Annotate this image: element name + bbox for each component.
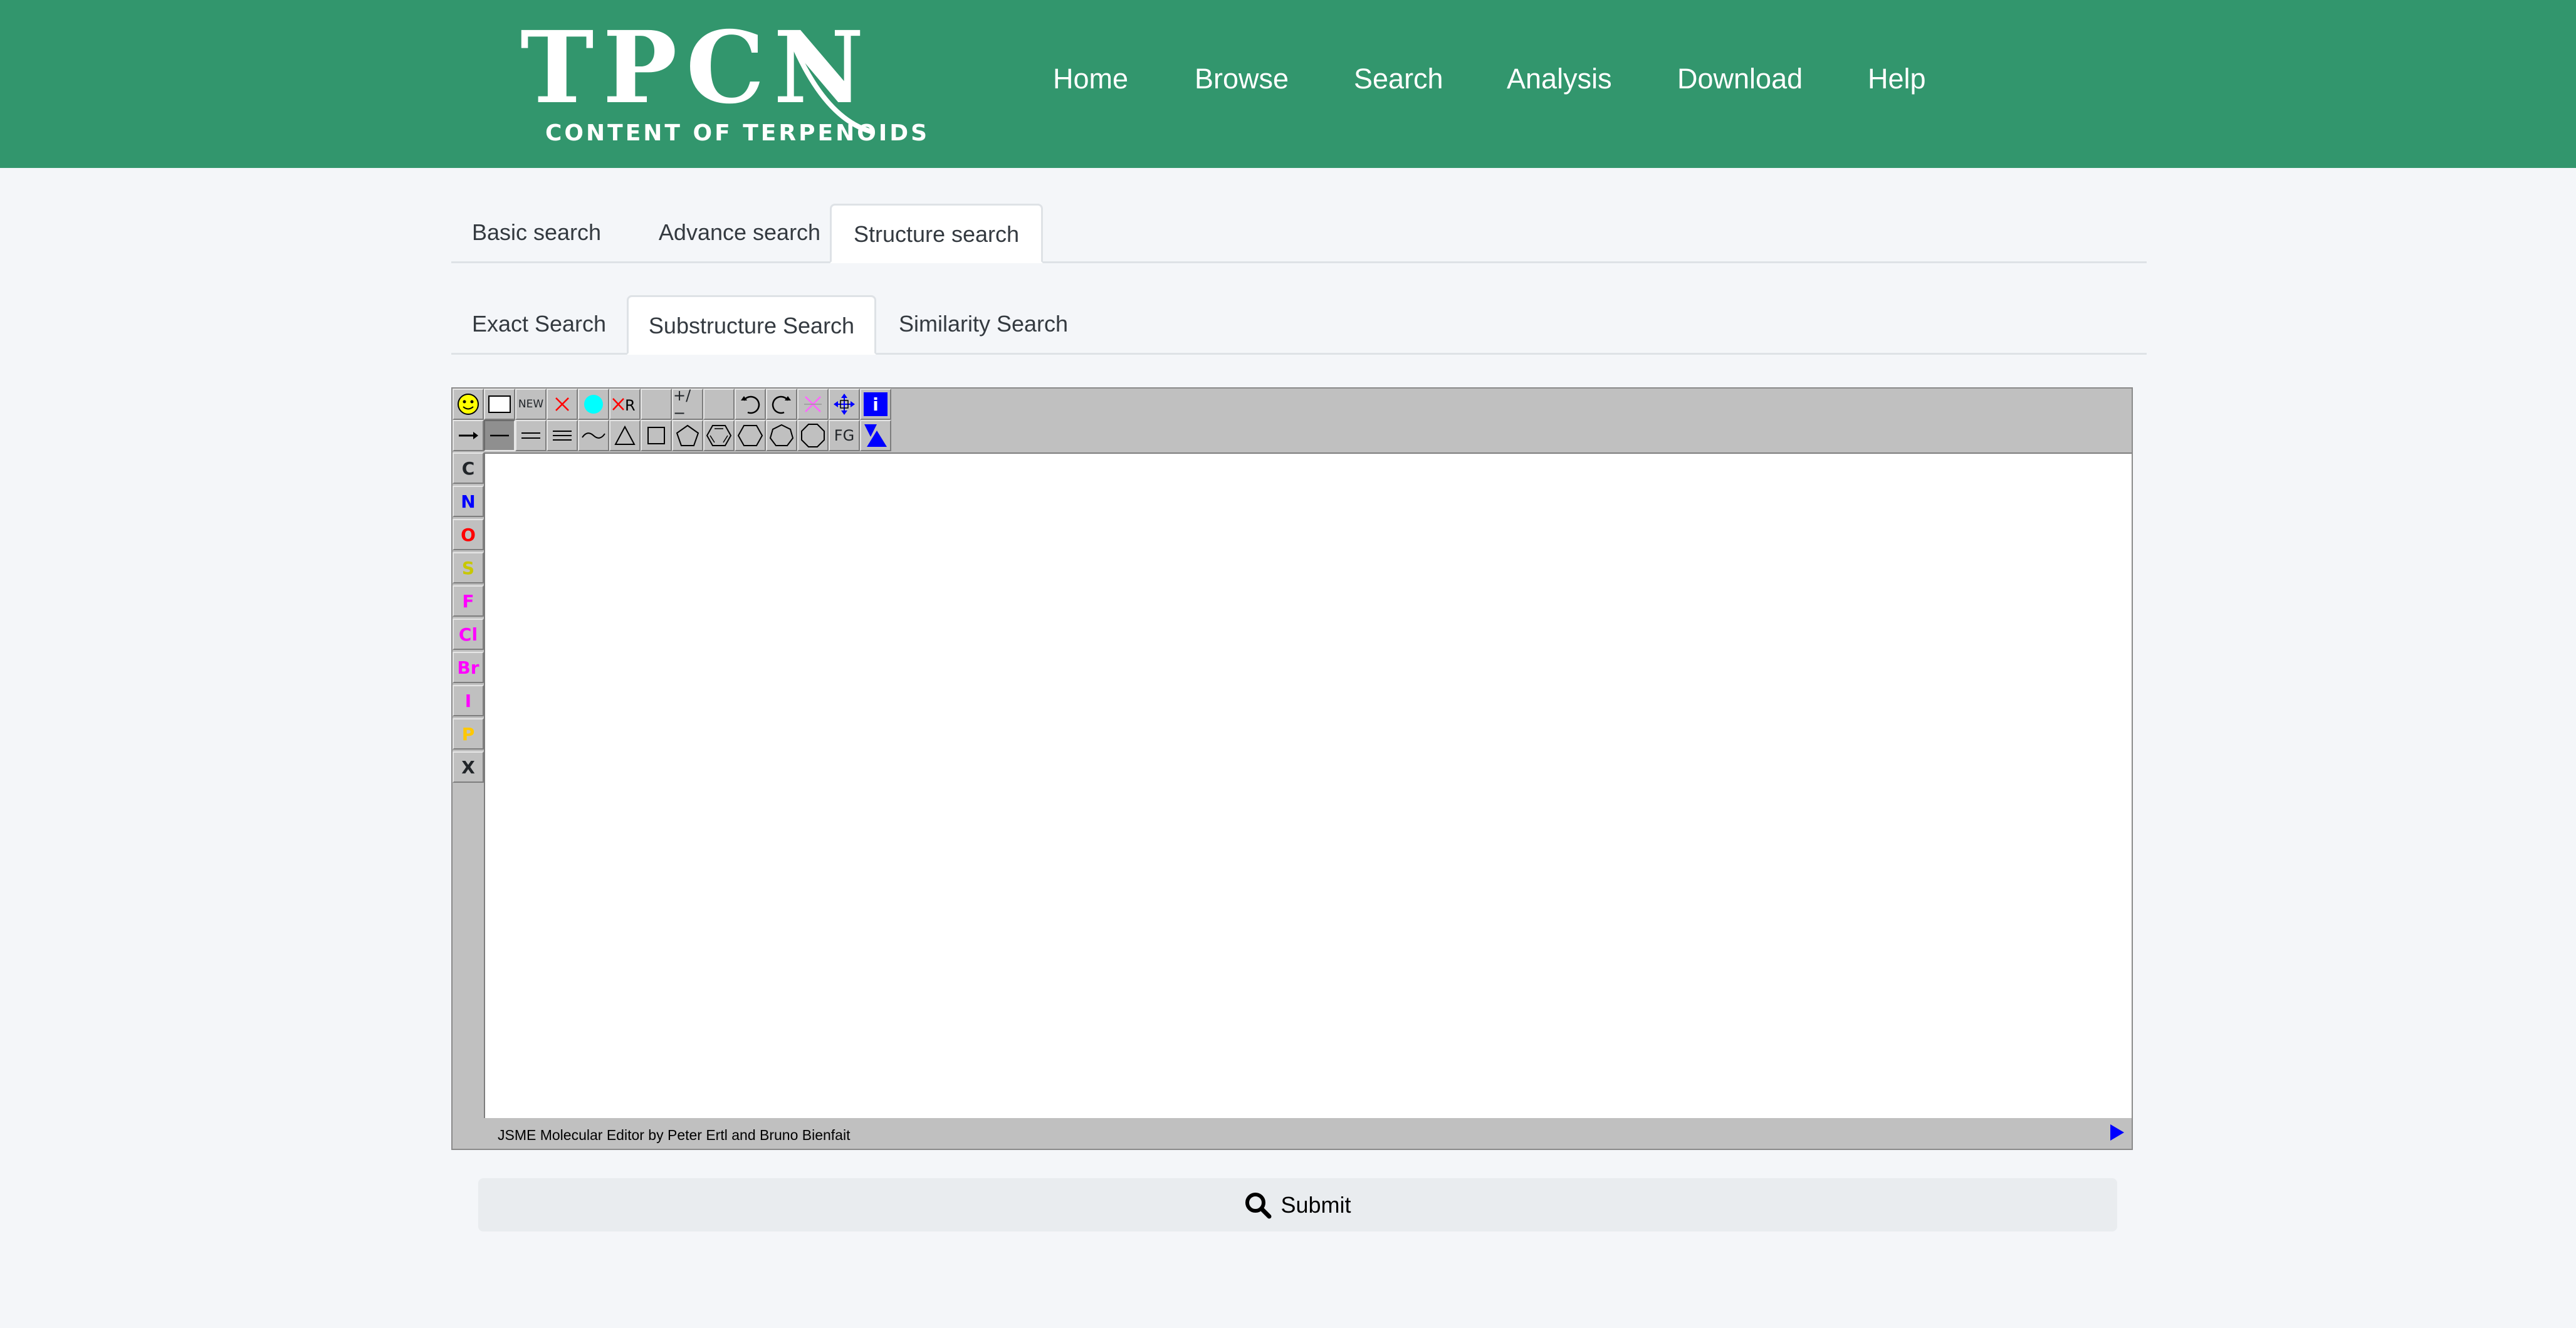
nav-download[interactable]: Download (1677, 60, 1803, 98)
atom-p-button[interactable]: P (453, 718, 484, 750)
search-type-tabs: Basic search Advance search Structure se… (451, 204, 2147, 263)
editor-status-text: JSME Molecular Editor by Peter Ertl and … (498, 1127, 851, 1143)
new-button[interactable]: NEW (515, 389, 547, 420)
submit-label: Submit (1280, 1191, 1351, 1218)
pentagon-ring-icon[interactable] (672, 420, 703, 451)
delete-bond-x-icon[interactable] (797, 389, 829, 420)
nav-home[interactable]: Home (1053, 60, 1128, 98)
submit-button[interactable]: Submit (478, 1178, 2117, 1231)
charge-plus-minus-icon[interactable]: +/− (672, 387, 703, 422)
benzene-ring-icon[interactable] (703, 420, 735, 451)
nav-browse[interactable]: Browse (1195, 60, 1289, 98)
atom-i-button[interactable]: I (453, 685, 484, 716)
structure-search-tabs: Exact Search Substructure Search Similar… (451, 295, 2147, 355)
tab-structure-search[interactable]: Structure search (830, 204, 1043, 263)
triangle-ring-icon[interactable] (609, 420, 641, 451)
site-header: TPCN CONTENT OF TERPENOIDS Home Browse S… (0, 0, 2576, 168)
triple-bond-icon[interactable] (547, 420, 578, 451)
atom-x-button[interactable]: X (453, 751, 484, 783)
blank-icon[interactable] (703, 389, 735, 420)
functional-group-button[interactable]: FG (829, 420, 860, 451)
single-bond-icon[interactable] (484, 420, 515, 451)
heptagon-ring-icon[interactable] (766, 420, 797, 451)
info-icon[interactable]: i (860, 389, 891, 420)
move-arrows-icon[interactable] (829, 389, 860, 420)
nav-search[interactable]: Search (1354, 60, 1443, 98)
nav-help[interactable]: Help (1868, 60, 1926, 98)
tab-advance-search[interactable]: Advance search (639, 204, 840, 261)
tab-exact-search[interactable]: Exact Search (451, 295, 627, 353)
hexagon-ring-icon[interactable] (735, 420, 766, 451)
delete-x-icon[interactable] (547, 389, 578, 420)
atom-n-button[interactable]: N (453, 486, 484, 517)
smiley-icon[interactable] (453, 389, 484, 420)
tab-similarity-search[interactable]: Similarity Search (880, 295, 1087, 353)
undo-icon[interactable] (735, 389, 766, 420)
wavy-bond-icon[interactable] (578, 420, 609, 451)
atom-s-button[interactable]: S (453, 552, 484, 583)
expand-arrow-icon[interactable] (2108, 1122, 2127, 1143)
blue-triangles-icon[interactable] (860, 420, 891, 451)
delete-r-group-icon[interactable]: R (609, 389, 641, 420)
search-icon (1245, 1192, 1272, 1218)
redo-icon[interactable] (766, 389, 797, 420)
octagon-ring-icon[interactable] (797, 420, 829, 451)
atom-f-button[interactable]: F (453, 585, 484, 617)
tab-basic-search[interactable]: Basic search (451, 204, 622, 261)
blank-icon[interactable] (641, 389, 672, 420)
atom-o-button[interactable]: O (453, 519, 484, 550)
atom-cl-button[interactable]: Cl (453, 619, 484, 650)
square-ring-icon[interactable] (641, 420, 672, 451)
atom-br-button[interactable]: Br (453, 652, 484, 683)
logo-subtitle: CONTENT OF TERPENOIDS (545, 120, 930, 146)
chain-icon[interactable] (453, 420, 484, 451)
cyan-circle-icon[interactable] (578, 389, 609, 420)
site-logo[interactable]: TPCN CONTENT OF TERPENOIDS (520, 19, 927, 154)
double-bond-icon[interactable] (515, 420, 547, 451)
drawing-canvas[interactable] (484, 452, 2132, 1118)
nav-analysis[interactable]: Analysis (1507, 60, 1612, 98)
jsme-molecular-editor: NEW R +/− i FG C N O S F Cl Br I P X JSM… (451, 387, 2133, 1150)
atom-c-button[interactable]: C (453, 452, 484, 484)
rectangle-icon[interactable] (484, 389, 515, 420)
svg-text:R: R (625, 397, 636, 414)
tab-substructure-search[interactable]: Substructure Search (627, 295, 876, 355)
